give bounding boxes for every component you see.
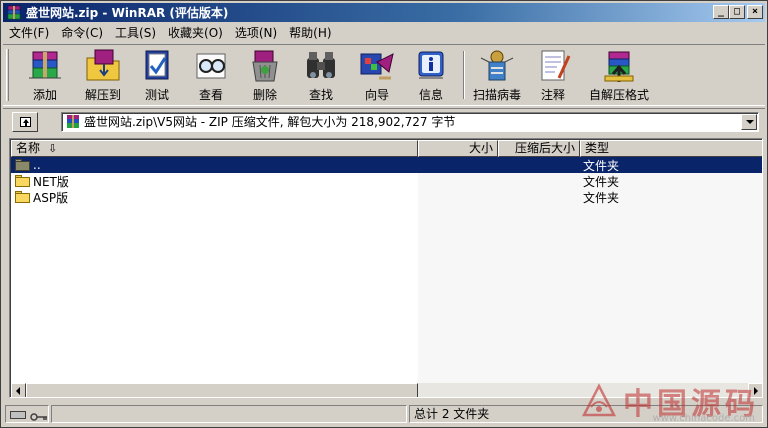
minimize-button[interactable]: _	[713, 5, 729, 19]
info-button[interactable]: 信息	[403, 48, 459, 104]
comment-icon	[533, 48, 573, 84]
sfx-button[interactable]: 自解压格式	[579, 48, 659, 104]
find-icon	[301, 48, 341, 84]
extract-to-button[interactable]: 解压到	[75, 48, 131, 104]
close-button[interactable]: ×	[747, 5, 763, 19]
delete-icon	[245, 48, 285, 84]
winrar-app-icon	[6, 5, 22, 21]
test-button[interactable]: 测试	[129, 48, 185, 104]
file-name: NET版	[33, 174, 69, 189]
add-archive-icon	[25, 48, 65, 84]
menu-tools[interactable]: 工具(S)	[109, 24, 162, 42]
up-folder-button[interactable]	[12, 112, 38, 132]
file-type: 文件夹	[583, 190, 620, 205]
virus-scan-button[interactable]: 扫描病毒	[467, 48, 527, 104]
wizard-icon	[357, 48, 397, 84]
test-icon	[137, 48, 177, 84]
folder-icon	[15, 191, 31, 203]
view-icon	[191, 48, 231, 84]
menu-options[interactable]: 选项(N)	[229, 24, 283, 42]
info-icon	[411, 48, 451, 84]
file-list[interactable]: 名称 ⇩ 大小 压缩后大小 类型 .. 文件夹 NET版 文件夹 ASP版 文件…	[9, 138, 763, 398]
comment-button[interactable]: 注释	[527, 48, 579, 104]
list-header: 名称 ⇩ 大小 压缩后大小 类型	[11, 140, 762, 157]
file-row-parent[interactable]: .. 文件夹	[11, 157, 762, 173]
file-row-net[interactable]: NET版 文件夹	[11, 173, 762, 189]
menu-favorites[interactable]: 收藏夹(O)	[162, 24, 229, 42]
menu-commands[interactable]: 命令(C)	[55, 24, 109, 42]
archive-icon	[65, 115, 81, 129]
status-drive-pane[interactable]	[5, 405, 49, 423]
title-bar[interactable]: 盛世网站.zip - WinRAR (评估版本) _ □ ×	[3, 3, 765, 22]
address-bar: 盛世网站.zip\V5网站 - ZIP 压缩文件, 解包大小为 218,902,…	[3, 108, 765, 134]
scroll-right-button[interactable]	[748, 383, 762, 397]
add-button[interactable]: 添加	[17, 48, 73, 104]
sfx-icon	[599, 48, 639, 84]
maximize-button[interactable]: □	[729, 5, 745, 19]
up-arrow-icon	[20, 117, 31, 127]
menu-file[interactable]: 文件(F)	[3, 24, 55, 42]
column-header-type[interactable]: 类型	[580, 140, 762, 157]
status-bar: 总计 2 文件夹	[3, 403, 765, 425]
scroll-left-button[interactable]	[11, 383, 26, 397]
column-header-size[interactable]: 大小	[418, 140, 498, 157]
delete-button[interactable]: 删除	[237, 48, 293, 104]
column-header-packed[interactable]: 压缩后大小	[498, 140, 580, 157]
menu-bar: 文件(F) 命令(C) 工具(S) 收藏夹(O) 选项(N) 帮助(H)	[3, 23, 765, 43]
toolbar-grip[interactable]	[6, 49, 9, 101]
view-button[interactable]: 查看	[183, 48, 239, 104]
sort-down-arrow-icon: ⇩	[48, 142, 58, 155]
wizard-button[interactable]: 向导	[349, 48, 405, 104]
key-icon	[30, 410, 48, 421]
address-combobox[interactable]: 盛世网站.zip\V5网站 - ZIP 压缩文件, 解包大小为 218,902,…	[61, 112, 759, 132]
file-name: ..	[33, 158, 41, 172]
parent-folder-icon	[15, 159, 31, 171]
winrar-window: 盛世网站.zip - WinRAR (评估版本) _ □ × 文件(F) 命令(…	[0, 0, 768, 428]
status-total: 总计 2 文件夹	[409, 405, 763, 423]
virus-scan-icon	[477, 48, 517, 84]
address-path: 盛世网站.zip\V5网站 - ZIP 压缩文件, 解包大小为 218,902,…	[84, 115, 456, 129]
folder-icon	[15, 175, 31, 187]
toolbar-separator	[463, 51, 465, 99]
file-type: 文件夹	[583, 174, 620, 189]
scroll-thumb[interactable]	[26, 383, 418, 397]
menu-help[interactable]: 帮助(H)	[283, 24, 337, 42]
list-body: .. 文件夹 NET版 文件夹 ASP版 文件夹	[11, 157, 762, 383]
file-type: 文件夹	[583, 158, 620, 173]
column-header-name[interactable]: 名称 ⇩	[11, 140, 418, 157]
status-selection-pane	[51, 405, 407, 423]
file-row-asp[interactable]: ASP版 文件夹	[11, 189, 762, 205]
file-name: ASP版	[33, 190, 69, 205]
find-button[interactable]: 查找	[293, 48, 349, 104]
address-dropdown-button[interactable]	[741, 114, 757, 130]
toolbar: 添加 解压到 测试 查看 删除 查找 向导 信息 扫描病毒 注释 自解压格式	[3, 44, 765, 106]
window-title: 盛世网站.zip - WinRAR (评估版本)	[26, 6, 229, 20]
horizontal-scrollbar[interactable]	[11, 383, 762, 397]
extract-to-icon	[83, 48, 123, 84]
drive-icon	[10, 411, 26, 419]
